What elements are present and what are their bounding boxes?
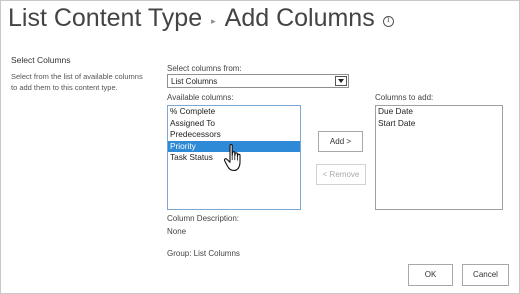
page-title: List Content Type ▸ Add Columns xyxy=(8,4,394,33)
available-column-item[interactable]: Assigned To xyxy=(168,118,300,130)
available-column-item[interactable]: Predecessors xyxy=(168,129,300,141)
group-label: Group: List Columns xyxy=(167,249,240,258)
available-columns-label: Available columns: xyxy=(167,93,234,102)
column-description-label: Column Description: xyxy=(167,214,240,223)
column-to-add-item[interactable]: Start Date xyxy=(376,118,502,130)
info-icon[interactable] xyxy=(382,15,394,27)
columns-to-add-label: Columns to add: xyxy=(375,93,434,102)
subtitle-text: Add Columns xyxy=(224,4,375,32)
section-title: Select Columns xyxy=(11,55,71,65)
chevron-down-icon[interactable] xyxy=(335,76,347,86)
column-to-add-item[interactable]: Due Date xyxy=(376,106,502,118)
add-button[interactable]: Add > xyxy=(318,131,363,152)
columns-to-add-list[interactable]: Due Date Start Date xyxy=(375,105,503,210)
column-description-value: None xyxy=(167,227,187,236)
remove-button[interactable]: < Remove xyxy=(316,164,366,185)
cancel-button[interactable]: Cancel xyxy=(462,264,509,286)
columns-from-label: Select columns from: xyxy=(167,64,242,73)
title-text: List Content Type xyxy=(8,4,203,32)
breadcrumb-separator-icon: ▸ xyxy=(211,16,216,26)
ok-button[interactable]: OK xyxy=(408,264,453,286)
columns-from-select[interactable]: List Columns xyxy=(167,74,349,88)
columns-from-value: List Columns xyxy=(171,77,218,86)
available-column-item[interactable]: % Complete xyxy=(168,106,300,118)
section-description: Select from the list of available column… xyxy=(11,72,143,92)
hand-cursor-icon xyxy=(223,144,241,172)
